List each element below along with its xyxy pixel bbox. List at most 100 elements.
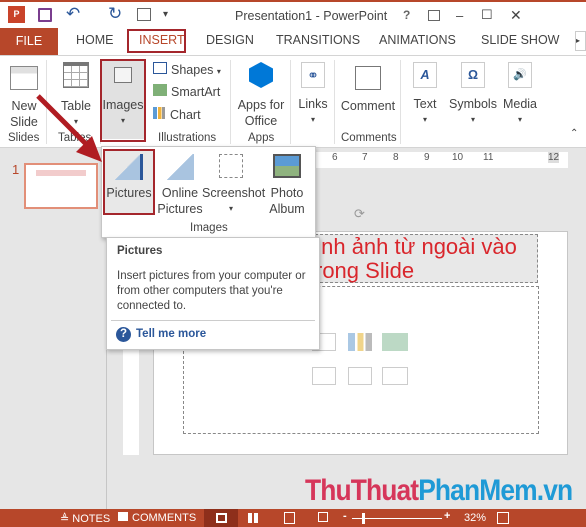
- symbols-label: Symbols: [449, 97, 497, 111]
- title-bar: P ↶ ↻ ▾ Presentation1 - PowerPoint ? – ☐…: [0, 0, 586, 28]
- insert-smartart-icon: [382, 333, 408, 351]
- comments-button[interactable]: COMMENTS: [118, 512, 196, 524]
- save-icon[interactable]: [38, 8, 52, 22]
- zoom-slider[interactable]: [352, 513, 442, 524]
- tab-label: FILE: [15, 34, 43, 48]
- insert-tab-highlight: [127, 29, 186, 53]
- shapes-label: Shapes: [171, 63, 214, 77]
- status-bar: ≜ NOTES COMMENTS - + 32%: [0, 509, 586, 527]
- symbols-button[interactable]: Ω Symbols ▾: [448, 62, 498, 128]
- apps-label: Apps for Office: [237, 98, 285, 128]
- comments-icon: [118, 512, 128, 521]
- vertical-ruler: 4: [123, 340, 139, 455]
- screenshot-button[interactable]: Screenshot ▾: [202, 151, 266, 217]
- new-slide-icon: [10, 66, 38, 90]
- help-button[interactable]: ?: [403, 8, 410, 22]
- screenshot-icon: [219, 154, 243, 178]
- apps-for-office-icon: [249, 62, 273, 88]
- photo-album-icon: [273, 154, 301, 178]
- shapes-icon: [153, 62, 167, 74]
- group-label-illustrations: Illustrations: [158, 132, 217, 144]
- powerpoint-logo-icon: P: [8, 6, 25, 23]
- tab-file[interactable]: FILE: [0, 28, 58, 55]
- collapse-ribbon-icon[interactable]: ⌃: [570, 128, 578, 139]
- media-button[interactable]: 🔊 Media ▾: [501, 62, 539, 128]
- insert-online-picture-icon: [348, 367, 372, 385]
- speaker-icon: 🔊: [508, 62, 532, 88]
- chart-icon: [153, 107, 165, 119]
- slide-title-line1: ình ảnh từ ngoài vào: [315, 234, 517, 259]
- online-pictures-button[interactable]: Online Pictures: [156, 151, 204, 217]
- tell-me-more-link[interactable]: ? Tell me more: [116, 327, 206, 342]
- dropdown-group-label: Images: [190, 222, 228, 234]
- customize-qat-icon[interactable]: ▾: [163, 9, 168, 20]
- links-icon: ⚭: [301, 62, 325, 88]
- chart-button[interactable]: Chart: [153, 107, 201, 123]
- text-button[interactable]: A Text ▾: [406, 62, 444, 128]
- slideshow-view-button[interactable]: [318, 512, 328, 522]
- text-icon: A: [413, 62, 437, 88]
- group-label-comments: Comments: [341, 132, 397, 144]
- insert-video-icon: [382, 367, 408, 385]
- smartart-button[interactable]: SmartArt: [153, 84, 220, 100]
- slide-sorter-button[interactable]: [248, 513, 259, 523]
- notes-icon: ≜: [60, 513, 73, 525]
- fit-slide-button[interactable]: [497, 512, 509, 524]
- images-dropdown: Pictures Online Pictures Screenshot ▾ Ph…: [101, 146, 316, 238]
- chart-label: Chart: [170, 108, 201, 122]
- insert-picture-icon: [312, 367, 336, 385]
- screenshot-label: Screenshot: [202, 186, 266, 200]
- annotation-arrow: [36, 94, 102, 162]
- photo-album-label: Photo Album: [269, 186, 305, 216]
- smartart-icon: [153, 84, 167, 96]
- zoom-level[interactable]: 32%: [464, 512, 486, 524]
- media-label: Media: [502, 97, 538, 111]
- tab-design[interactable]: DESIGN: [206, 33, 254, 47]
- scroll-tabs-right-button[interactable]: ▸: [575, 31, 586, 51]
- tooltip-body: Insert pictures from your computer or fr…: [117, 270, 306, 312]
- ribbon-tabs: FILE HOME INSERT DESIGN TRANSITIONS ANIM…: [0, 28, 586, 55]
- horizontal-ruler: 5 6 7 8 9 10 11 12: [300, 152, 568, 168]
- ribbon-display-options-icon[interactable]: [428, 10, 440, 21]
- insert-content-icons[interactable]: [312, 333, 412, 385]
- pictures-tooltip: Pictures Insert pictures from your compu…: [106, 237, 320, 350]
- tab-slide-show[interactable]: SLIDE SHOW: [481, 33, 560, 47]
- comment-label: Comment: [340, 99, 396, 113]
- photo-album-button[interactable]: Photo Album: [262, 151, 312, 217]
- help-icon: ?: [116, 327, 131, 342]
- undo-icon[interactable]: ↶: [66, 4, 80, 24]
- zoom-slider-thumb: [362, 513, 365, 524]
- tab-animations[interactable]: ANIMATIONS: [379, 33, 456, 47]
- slide-number: 1: [12, 162, 20, 177]
- slide-title-line2: rong Slide: [315, 258, 415, 283]
- online-pictures-icon: [166, 154, 194, 180]
- group-label-apps: Apps: [248, 132, 275, 144]
- redo-icon[interactable]: ↻: [108, 4, 122, 24]
- watermark-logo: ThuThuatPhanMem.vn: [305, 474, 573, 507]
- tab-transitions[interactable]: TRANSITIONS: [276, 33, 360, 47]
- links-label: Links: [298, 97, 328, 111]
- close-button[interactable]: ✕: [510, 7, 522, 24]
- table-icon: [63, 62, 89, 88]
- comment-button[interactable]: Comment: [338, 62, 398, 114]
- zoom-in-button[interactable]: +: [444, 510, 450, 522]
- tooltip-title: Pictures: [117, 245, 163, 257]
- reading-view-button[interactable]: [284, 512, 295, 524]
- minimize-button[interactable]: –: [456, 8, 463, 23]
- notes-button[interactable]: ≜ NOTES: [60, 512, 110, 525]
- maximize-button[interactable]: ☐: [481, 7, 493, 23]
- start-slideshow-icon[interactable]: [137, 8, 151, 21]
- zoom-out-button[interactable]: -: [343, 510, 347, 522]
- shapes-button[interactable]: Shapes ▾: [153, 62, 221, 80]
- links-button[interactable]: ⚭ Links ▾: [295, 62, 331, 128]
- title-placeholder[interactable]: ình ảnh từ ngoài vào rong Slide: [300, 234, 538, 283]
- rotate-handle-icon[interactable]: ⟳: [354, 206, 365, 222]
- apps-for-office-button[interactable]: Apps for Office: [234, 62, 288, 129]
- tab-home[interactable]: HOME: [76, 33, 114, 47]
- text-label: Text: [413, 97, 437, 111]
- normal-view-icon: [215, 513, 227, 523]
- normal-view-button[interactable]: [204, 509, 238, 527]
- online-pictures-label: Online Pictures: [157, 186, 203, 216]
- tell-me-more-label: Tell me more: [136, 328, 207, 340]
- smartart-label: SmartArt: [171, 85, 221, 99]
